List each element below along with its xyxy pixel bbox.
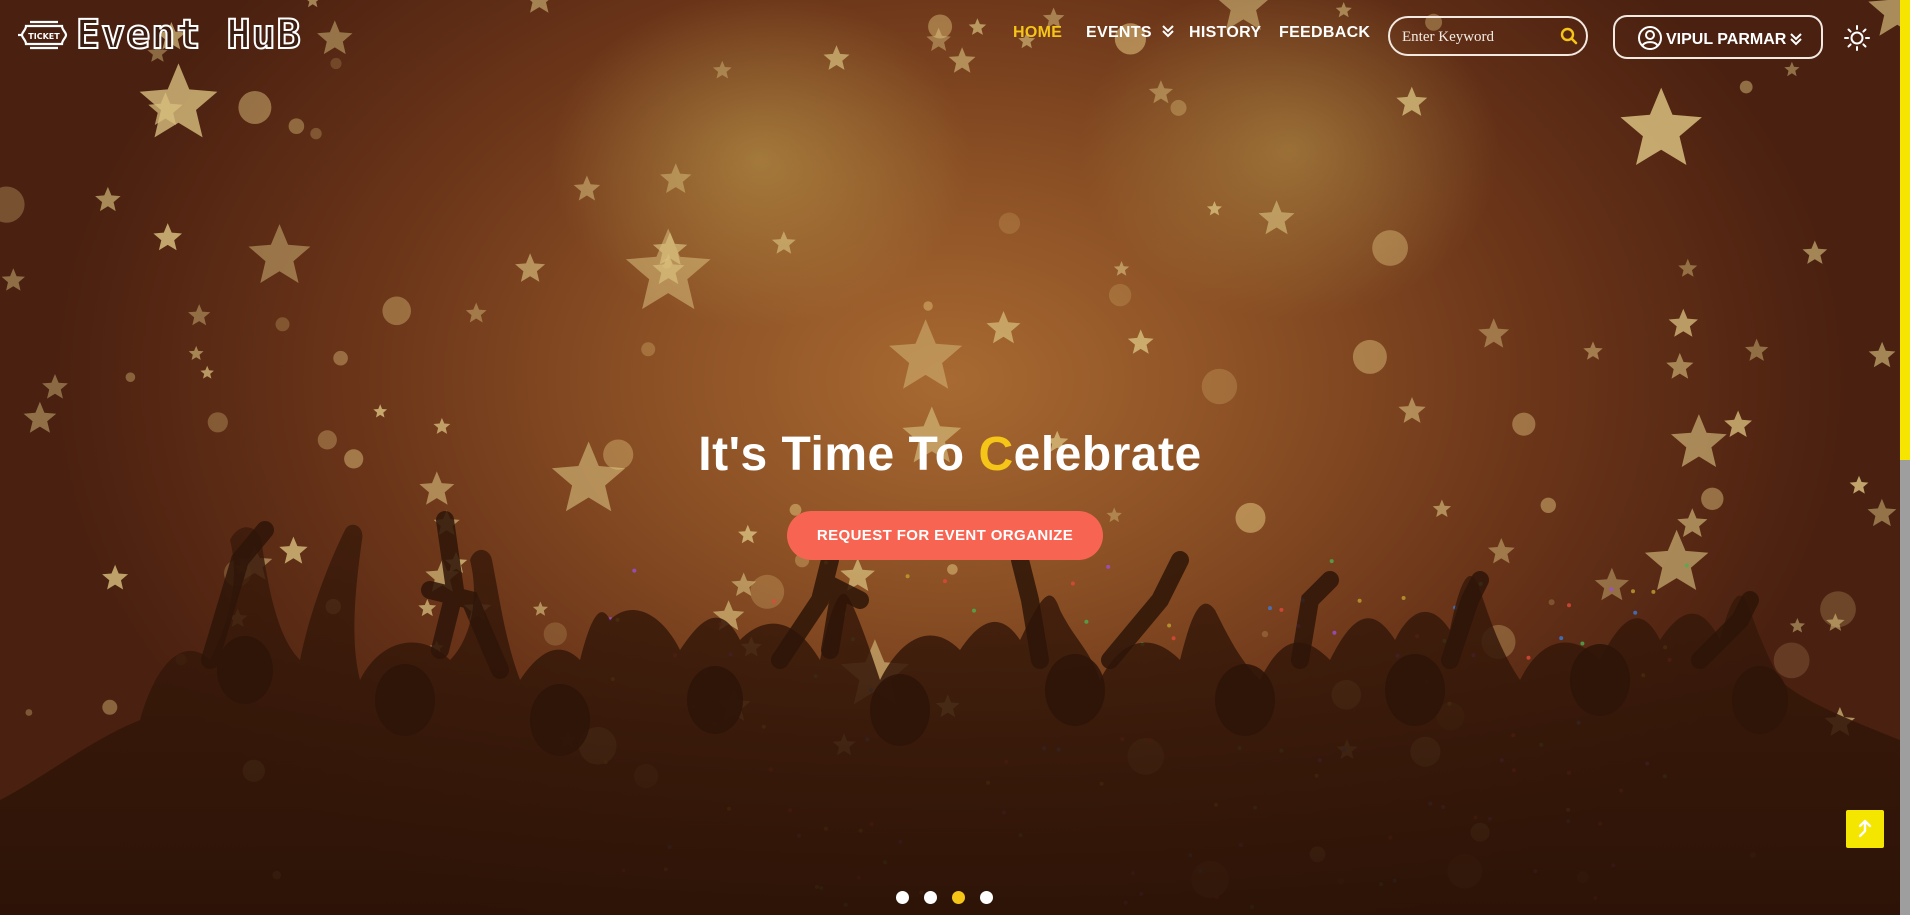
request-event-button[interactable]: REQUEST FOR EVENT ORGANIZE <box>787 511 1103 560</box>
nav-events-label: EVENTS <box>1086 24 1152 41</box>
user-menu-button[interactable]: VIPUL PARMAR <box>1613 15 1823 59</box>
scrollbar-lower-track[interactable] <box>1900 460 1910 915</box>
search-icon[interactable] <box>1560 27 1578 45</box>
nav-events[interactable]: EVENTS <box>1086 24 1175 42</box>
sun-icon[interactable] <box>1843 24 1871 52</box>
top-navbar: TICKET Event HuB HOME EVENTS HISTORY FEE… <box>0 0 1900 76</box>
hero-title-part-1: It's Time To <box>698 428 979 482</box>
back-to-top-button[interactable] <box>1846 810 1884 848</box>
search-input[interactable] <box>1400 25 1554 49</box>
scrollbar-thumb[interactable] <box>1900 0 1910 460</box>
arrow-up-icon <box>1858 819 1872 838</box>
carousel-indicators <box>0 891 1900 905</box>
double-chevron-down-icon <box>1790 33 1802 46</box>
user-circle-icon <box>1638 26 1662 50</box>
user-name: VIPUL PARMAR <box>1666 31 1787 48</box>
brand-logo[interactable]: TICKET Event HuB <box>18 11 302 59</box>
brand-name: Event HuB <box>75 11 302 59</box>
nav-history[interactable]: HISTORY <box>1189 24 1261 42</box>
nav-home[interactable]: HOME <box>1013 24 1062 42</box>
hero-title-accent: C <box>978 428 1014 482</box>
ticket-logo-icon: TICKET <box>18 20 68 50</box>
hero-title-part-2: elebrate <box>1013 428 1202 482</box>
search-box <box>1388 16 1588 56</box>
nav-feedback[interactable]: FEEDBACK <box>1279 24 1370 42</box>
carousel-dot-1[interactable] <box>896 891 909 904</box>
hero-title: It's Time To Celebrate <box>0 427 1900 482</box>
carousel-dot-4[interactable] <box>980 891 993 904</box>
double-chevron-down-icon <box>1161 25 1174 38</box>
carousel-dot-3[interactable] <box>952 891 965 904</box>
ticket-badge-text: TICKET <box>28 32 60 41</box>
carousel-dot-2[interactable] <box>924 891 937 904</box>
